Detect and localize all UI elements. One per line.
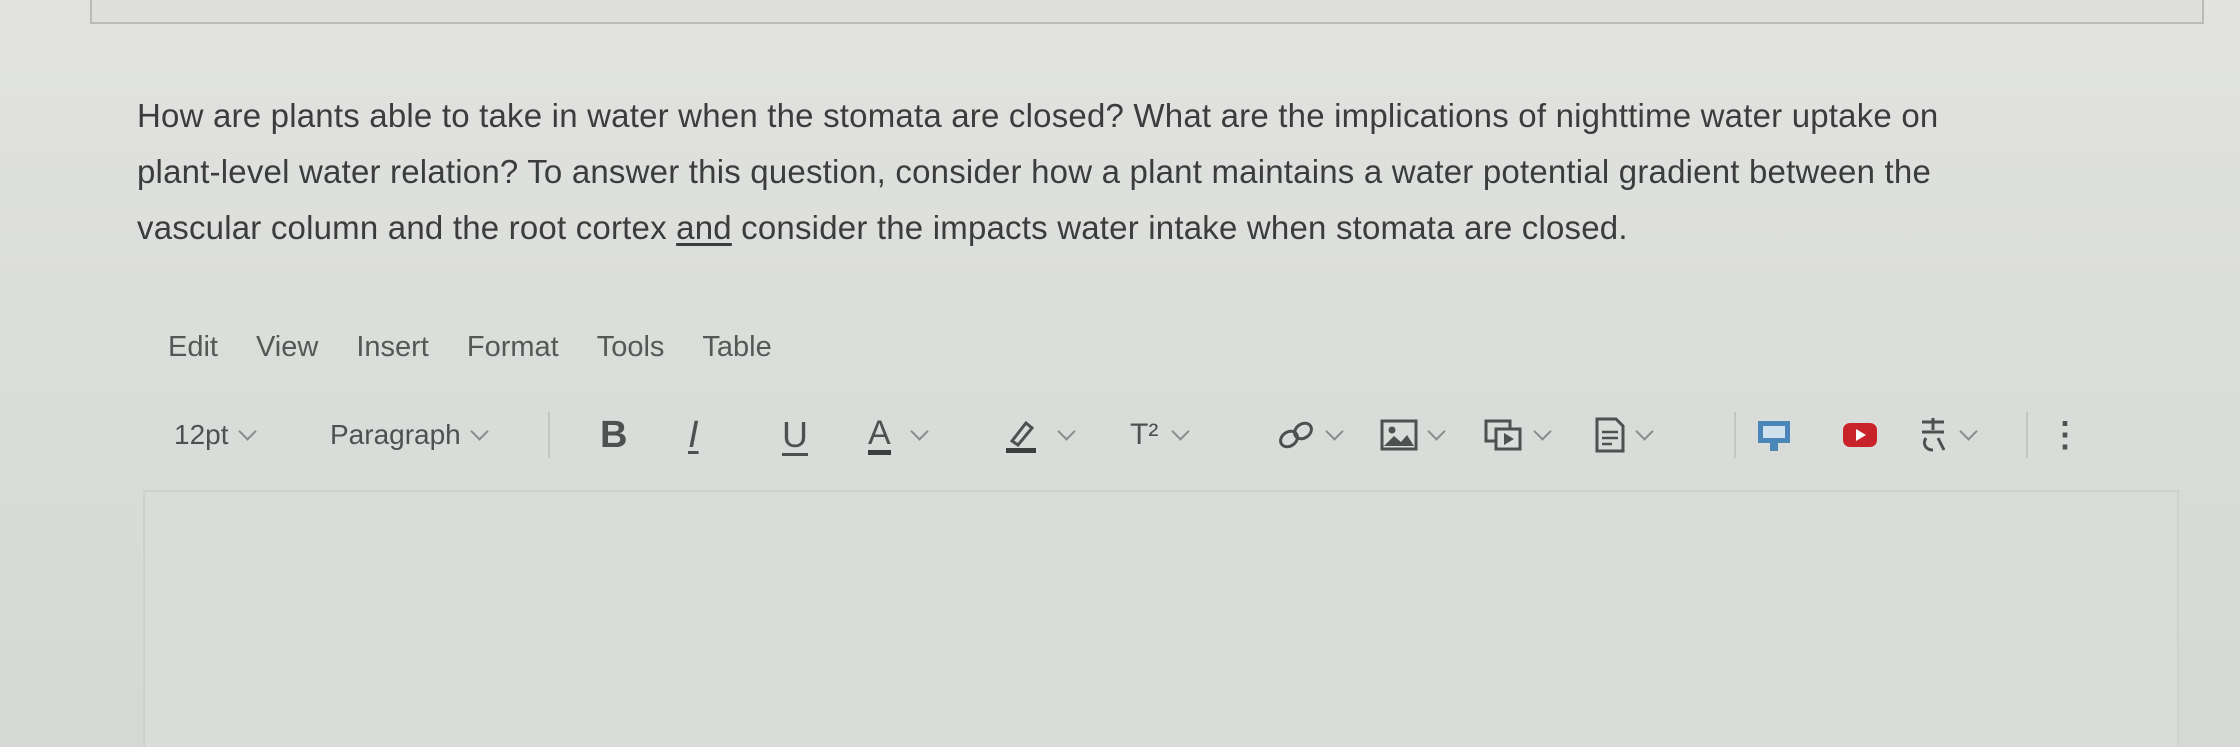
question-line-3: vascular column and the root cortex and … [137, 200, 2137, 256]
text-color-button[interactable]: A [868, 410, 929, 460]
question-line-3-end: consider the impacts water intake when s… [731, 209, 1628, 246]
chevron-down-icon [1171, 421, 1191, 441]
chevron-down-icon [1057, 421, 1076, 441]
accessibility-button[interactable] [1916, 410, 1978, 460]
chevron-down-icon [237, 421, 257, 441]
menu-edit[interactable]: Edit [168, 322, 218, 372]
more-vertical-icon: ⋮ [2048, 416, 2082, 454]
media-icon [1484, 419, 1522, 451]
menu-format[interactable]: Format [467, 322, 559, 372]
youtube-button[interactable] [1842, 410, 1878, 460]
question-underlined-word: and [676, 209, 732, 246]
editor-toolbar: 12pt Paragraph B I U A T² ⋮ [168, 410, 2088, 460]
bold-icon: B [600, 413, 628, 456]
font-size-dropdown[interactable]: 12pt [174, 410, 257, 460]
top-panel [90, 0, 2204, 24]
editor-menubar: Edit View Insert Format Tools Table [168, 322, 810, 372]
chevron-down-icon [1427, 421, 1446, 441]
toolbar-divider [1734, 412, 1736, 458]
accessibility-checker-icon [1922, 418, 1946, 452]
chevron-down-icon [1959, 421, 1978, 441]
apps-icon [1758, 421, 1790, 451]
block-format-dropdown[interactable]: Paragraph [330, 410, 489, 460]
chevron-down-icon [909, 421, 929, 441]
question-line-2: plant-level water relation? To answer th… [137, 153, 1932, 190]
rich-text-editor-body[interactable] [143, 490, 2179, 747]
apps-button[interactable] [1756, 410, 1792, 460]
superscript-button[interactable]: T² [1130, 410, 1191, 460]
underline-button[interactable]: U [782, 410, 808, 460]
bold-button[interactable]: B [600, 410, 627, 460]
image-icon [1380, 419, 1418, 451]
font-size-value: 12pt [174, 419, 229, 450]
document-icon [1595, 417, 1625, 453]
more-options-button[interactable]: ⋮ [2048, 410, 2082, 460]
document-button[interactable] [1594, 410, 1654, 460]
chevron-down-icon [1533, 421, 1552, 441]
toolbar-divider [548, 412, 550, 458]
question-line-3-start: vascular column and the root cortex [137, 209, 677, 246]
italic-icon: I [688, 413, 699, 456]
youtube-icon [1843, 423, 1877, 447]
media-button[interactable] [1484, 410, 1552, 460]
link-icon [1279, 421, 1313, 449]
chevron-down-icon [1325, 421, 1344, 441]
question-line-1: How are plants able to take in water whe… [137, 97, 1939, 134]
menu-tools[interactable]: Tools [597, 322, 665, 372]
menu-view[interactable]: View [256, 322, 318, 372]
image-button[interactable] [1380, 410, 1446, 460]
underline-icon: U [782, 414, 808, 455]
highlight-color-button[interactable] [1004, 410, 1076, 460]
link-button[interactable] [1276, 410, 1344, 460]
text-color-icon: A [868, 416, 891, 455]
menu-table[interactable]: Table [702, 322, 771, 372]
highlighter-icon [1006, 420, 1036, 453]
chevron-down-icon [1635, 421, 1654, 441]
italic-button[interactable]: I [688, 410, 699, 460]
toolbar-divider [2026, 412, 2028, 458]
block-format-value: Paragraph [330, 419, 461, 450]
superscript-icon: T² [1130, 418, 1159, 451]
question-text: How are plants able to take in water whe… [137, 88, 2137, 256]
page: How are plants able to take in water whe… [0, 0, 2240, 747]
menu-insert[interactable]: Insert [356, 322, 429, 372]
chevron-down-icon [470, 421, 489, 441]
